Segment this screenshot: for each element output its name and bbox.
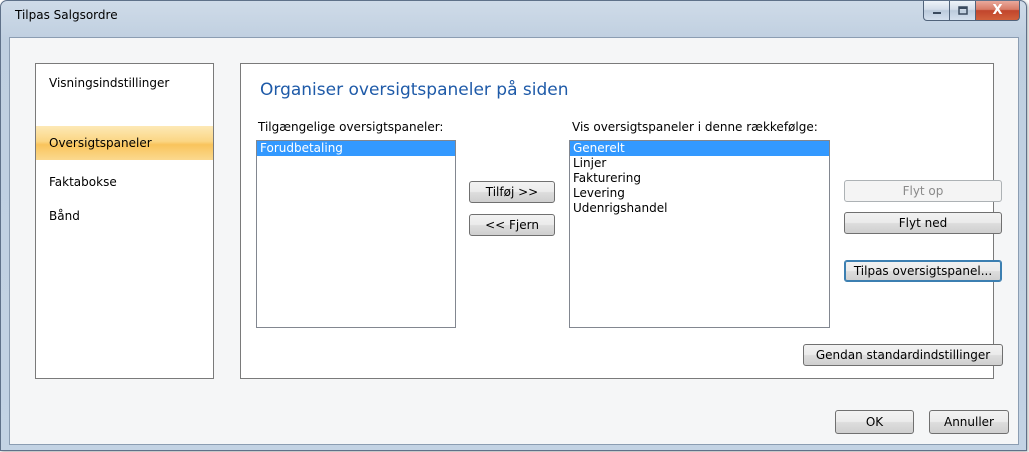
ok-button[interactable]: OK xyxy=(835,410,914,434)
remove-button[interactable]: << Fjern xyxy=(469,214,555,236)
nav-item-band[interactable]: Bånd xyxy=(36,199,213,233)
close-icon: X xyxy=(992,3,1003,18)
move-down-button[interactable]: Flyt ned xyxy=(844,212,1002,234)
maximize-icon xyxy=(957,5,968,15)
nav-item-faktabokse[interactable]: Faktabokse xyxy=(36,165,213,199)
available-panels-label: Tilgængelige oversigtspaneler: xyxy=(258,120,444,134)
list-item[interactable]: Forudbetaling xyxy=(257,141,455,156)
list-item[interactable]: Generelt xyxy=(570,141,829,156)
dialog-client-area: Visningsindstillinger Oversigtspaneler F… xyxy=(9,37,1019,445)
shown-panels-list[interactable]: Generelt Linjer Fakturering Levering Ude… xyxy=(569,140,830,328)
nav-item-visningsindstillinger[interactable]: Visningsindstillinger xyxy=(36,66,213,100)
list-item[interactable]: Linjer xyxy=(570,156,829,171)
move-up-button[interactable]: Flyt op xyxy=(844,180,1002,202)
shown-panels-label: Vis oversigtspaneler i denne rækkefølge: xyxy=(572,120,818,134)
list-item[interactable]: Fakturering xyxy=(570,171,829,186)
available-panels-list[interactable]: Forudbetaling xyxy=(256,140,456,328)
minimize-icon xyxy=(932,11,941,14)
cancel-button[interactable]: Annuller xyxy=(929,410,1009,434)
restore-defaults-button[interactable]: Gendan standardindstillinger xyxy=(803,344,1003,366)
close-button[interactable]: X xyxy=(976,1,1020,21)
page-title: Organiser oversigtspaneler på siden xyxy=(260,80,569,100)
content-panel: Organiser oversigtspaneler på siden Tilg… xyxy=(240,63,1003,379)
minimize-button[interactable] xyxy=(923,1,950,21)
list-item[interactable]: Udenrigshandel xyxy=(570,201,829,216)
customize-panel-button[interactable]: Tilpas oversigtspanel... xyxy=(844,260,1002,282)
caption-buttons: X xyxy=(923,1,1020,21)
dialog-window: Tilpas Salgsordre X Visningsindstillinge… xyxy=(0,0,1027,451)
window-title: Tilpas Salgsordre xyxy=(15,8,118,22)
maximize-button[interactable] xyxy=(950,1,976,21)
nav-item-oversigtspaneler[interactable]: Oversigtspaneler xyxy=(36,126,213,160)
nav-panel: Visningsindstillinger Oversigtspaneler F… xyxy=(35,63,214,379)
list-item[interactable]: Levering xyxy=(570,186,829,201)
add-button[interactable]: Tilføj >> xyxy=(469,181,555,203)
